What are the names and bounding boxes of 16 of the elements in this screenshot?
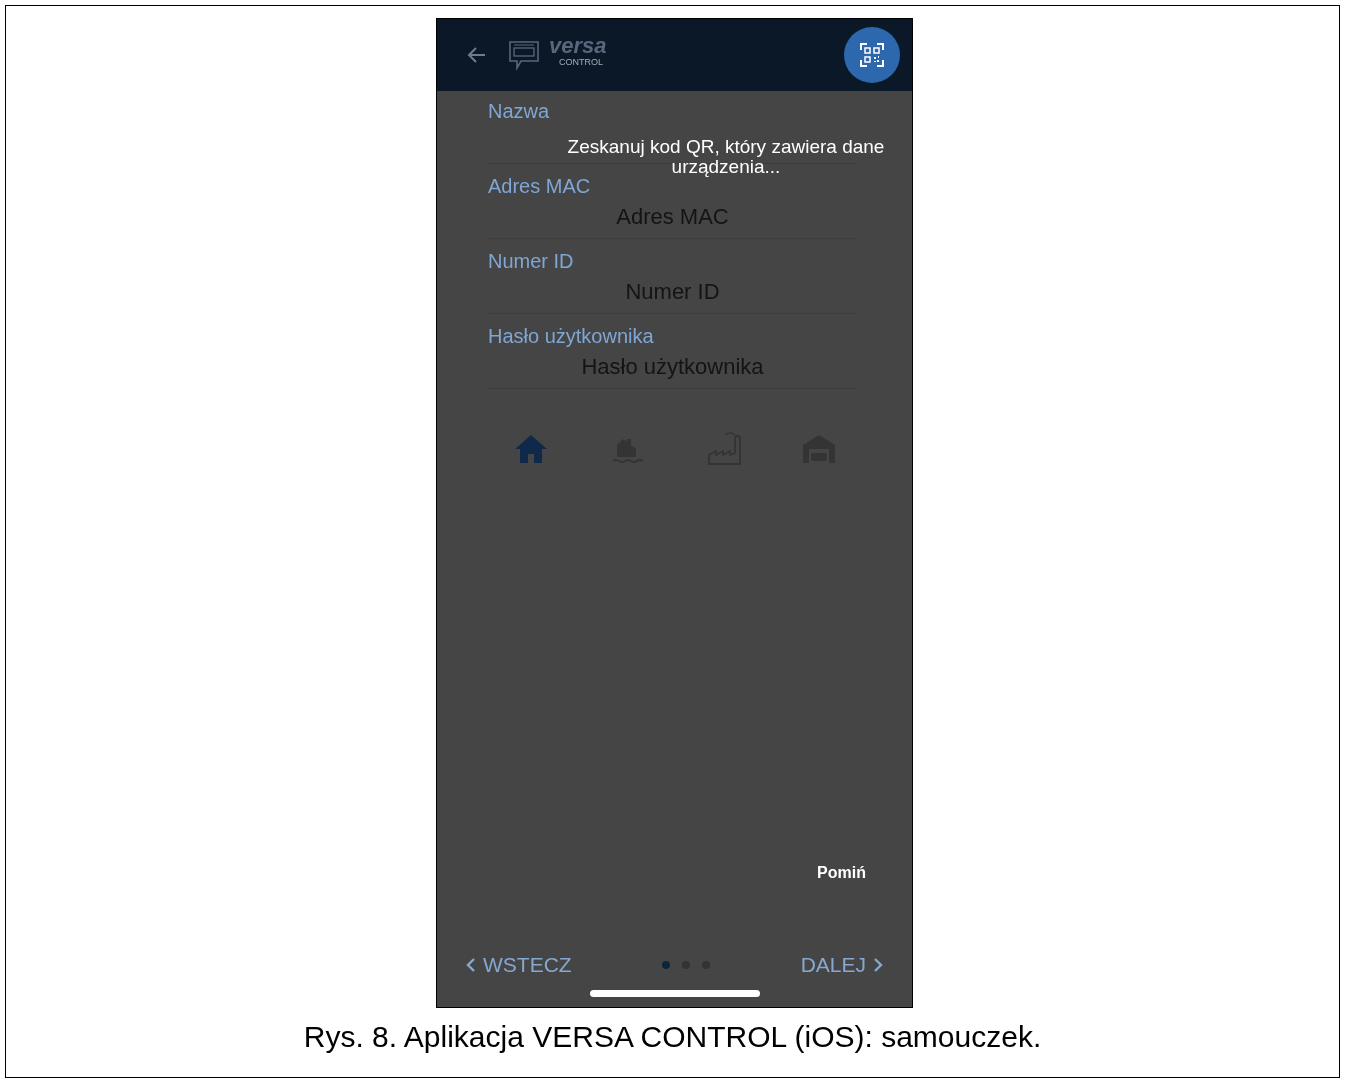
- next-button[interactable]: DALEJ: [800, 953, 884, 977]
- keypad-speech-bubble-icon: [507, 39, 541, 71]
- qr-scan-button[interactable]: [844, 27, 900, 83]
- back-button[interactable]: WSTECZ: [465, 953, 572, 977]
- skip-button[interactable]: Pomiń: [817, 864, 866, 882]
- tutorial-message: Zeskanuj kod QR, który zawiera dane urządzenia...: [566, 137, 886, 177]
- chevron-right-icon: [872, 958, 884, 972]
- logo-title: versa: [549, 35, 607, 57]
- field-label: Hasło użytkownika: [488, 324, 654, 348]
- field-label: Nazwa: [488, 99, 550, 123]
- logo-subtitle: CONTROL: [559, 57, 604, 67]
- chevron-left-icon: [465, 958, 477, 972]
- figure-caption: Rys. 8. Aplikacja VERSA CONTROL (iOS): samouczek.: [303, 1020, 1042, 1054]
- field-label: Adres MAC: [488, 174, 591, 198]
- qr-code-icon: [859, 42, 885, 68]
- field-label: Numer ID: [488, 249, 574, 273]
